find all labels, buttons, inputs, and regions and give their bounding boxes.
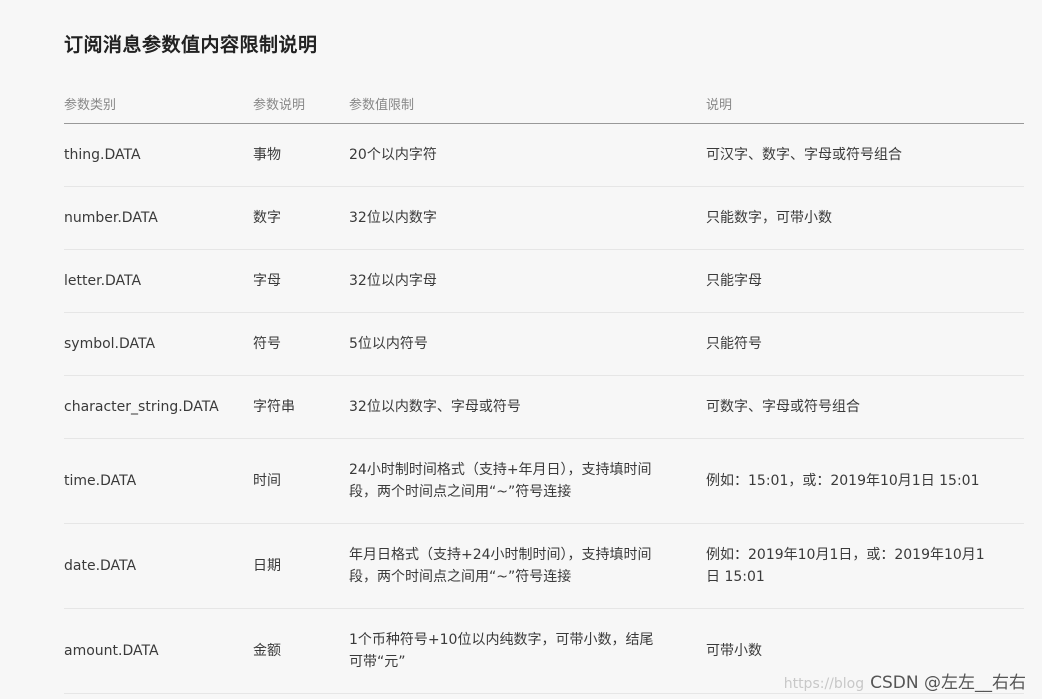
cell-value-limit: 32位以内数字 — [349, 186, 706, 250]
cell-note: 可数字、字母或符号组合 — [706, 375, 1024, 439]
params-table: 参数类别 参数说明 参数值限制 说明 thing.DATA 事物 20个以内字符… — [64, 84, 1024, 694]
watermark-text: CSDN @左左__右右 — [870, 673, 1026, 693]
header-note: 说明 — [706, 84, 1024, 124]
cell-description: 数字 — [253, 186, 349, 250]
cell-category: symbol.DATA — [64, 312, 253, 376]
cell-category: character_string.DATA — [64, 375, 253, 439]
cell-category: amount.DATA — [64, 608, 253, 694]
header-category: 参数类别 — [64, 84, 253, 124]
cell-value-limit: 32位以内字母 — [349, 249, 706, 313]
table-row: letter.DATA 字母 32位以内字母 只能字母 — [64, 249, 1024, 313]
cell-category: letter.DATA — [64, 249, 253, 313]
table-row: symbol.DATA 符号 5位以内符号 只能符号 — [64, 312, 1024, 376]
cell-description: 符号 — [253, 312, 349, 376]
cell-description: 时间 — [253, 438, 349, 524]
cell-category: time.DATA — [64, 438, 253, 524]
cell-category: number.DATA — [64, 186, 253, 250]
cell-description: 日期 — [253, 523, 349, 609]
table-row: number.DATA 数字 32位以内数字 只能数字，可带小数 — [64, 186, 1024, 250]
cell-value-limit: 32位以内数字、字母或符号 — [349, 375, 706, 439]
csdn-watermark: https://blog CSDN @左左__右右 — [781, 668, 1028, 693]
page-title: 订阅消息参数值内容限制说明 — [64, 34, 318, 56]
cell-note: 只能字母 — [706, 249, 1024, 313]
table-row: character_string.DATA 字符串 32位以内数字、字母或符号 … — [64, 375, 1024, 439]
cell-value-limit: 24小时制时间格式（支持+年月日），支持填时间段，两个时间点之间用“~”符号连接 — [349, 438, 706, 524]
cell-description: 事物 — [253, 123, 349, 187]
table-row: time.DATA 时间 24小时制时间格式（支持+年月日），支持填时间段，两个… — [64, 438, 1024, 524]
header-value-limit: 参数值限制 — [349, 84, 706, 124]
table-header-row: 参数类别 参数说明 参数值限制 说明 — [64, 84, 1024, 124]
cell-description: 字母 — [253, 249, 349, 313]
cell-category: thing.DATA — [64, 123, 253, 187]
cell-value-limit: 5位以内符号 — [349, 312, 706, 376]
table-row: date.DATA 日期 年月日格式（支持+24小时制时间），支持填时间段，两个… — [64, 523, 1024, 609]
cell-description: 金额 — [253, 608, 349, 694]
cell-description: 字符串 — [253, 375, 349, 439]
table-row: thing.DATA 事物 20个以内字符 可汉字、数字、字母或符号组合 — [64, 123, 1024, 187]
watermark-url: https://blog — [783, 676, 865, 692]
cell-note: 例如：2019年10月1日，或：2019年10月1日 15:01 — [706, 523, 1024, 609]
cell-note: 例如：15:01，或：2019年10月1日 15:01 — [706, 438, 1024, 524]
header-description: 参数说明 — [253, 84, 349, 124]
cell-value-limit: 20个以内字符 — [349, 123, 706, 187]
cell-note: 只能符号 — [706, 312, 1024, 376]
cell-note: 可汉字、数字、字母或符号组合 — [706, 123, 1024, 187]
cell-value-limit: 年月日格式（支持+24小时制时间），支持填时间段，两个时间点之间用“~”符号连接 — [349, 523, 706, 609]
cell-category: date.DATA — [64, 523, 253, 609]
cell-value-limit: 1个币种符号+10位以内纯数字，可带小数，结尾可带“元” — [349, 608, 706, 694]
cell-note: 只能数字，可带小数 — [706, 186, 1024, 250]
